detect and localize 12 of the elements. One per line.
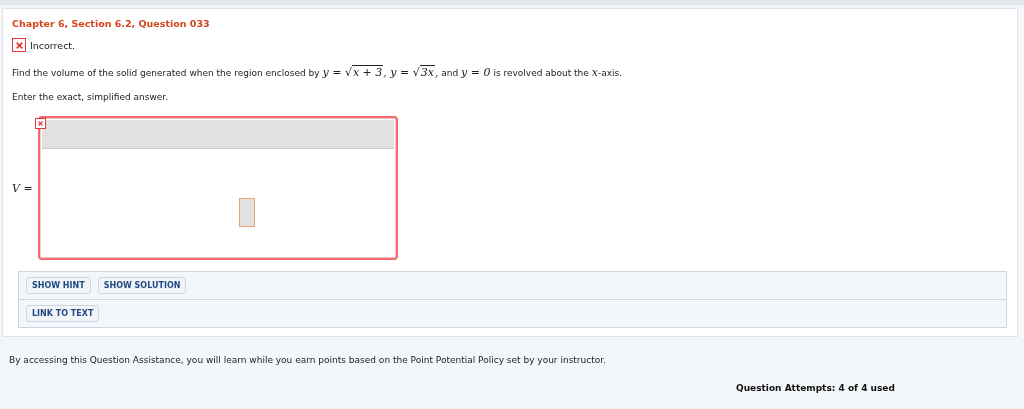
assistance-note: By accessing this Question Assistance, you will learn while you earn points based on the Point Potential Policy set by your instructor.: [9, 355, 607, 365]
question-text: Find the volume of the solid generated when the region enclosed by y = √x + 3, y = √3x, and y = 0 is revolved about the x-axis.: [12, 66, 624, 79]
answer-label: V =: [12, 181, 34, 195]
result-text: Incorrect.: [30, 39, 76, 51]
assistance-button[interactable]: SHOW SOLUTION: [97, 277, 187, 294]
instruction-text: Enter the exact, simplified answer.: [12, 92, 170, 102]
assistance-button[interactable]: LINK TO TEXT: [26, 305, 100, 322]
error-icon: [35, 118, 46, 129]
question-title: Chapter 6, Section 6.2, Question 033: [12, 18, 211, 29]
attempts-text: Question Attempts: 4 of 4 used: [736, 383, 896, 393]
answer-editor[interactable]: [38, 116, 398, 260]
assistance-button[interactable]: SHOW HINT: [26, 277, 91, 294]
